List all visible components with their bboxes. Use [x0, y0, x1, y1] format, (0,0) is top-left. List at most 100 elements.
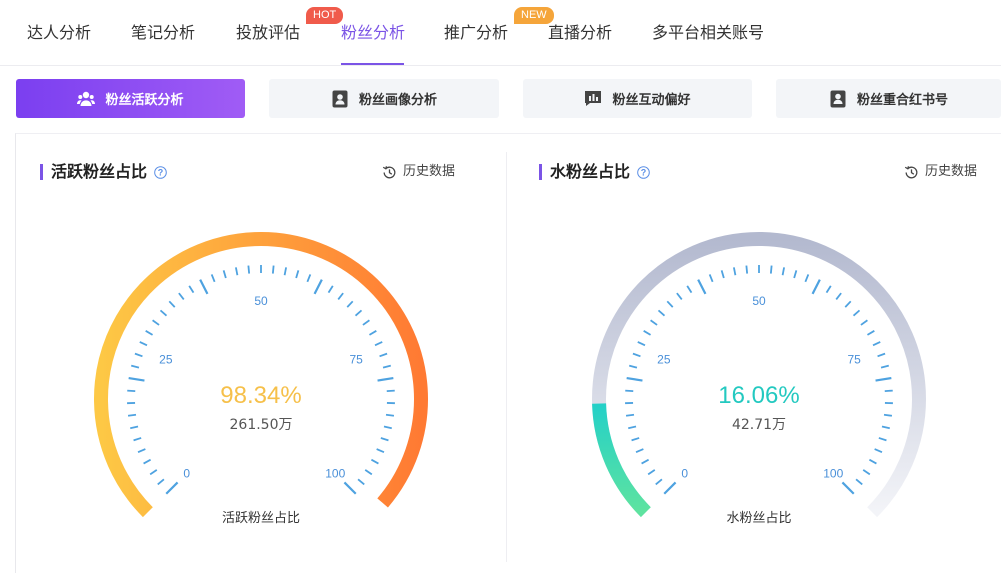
card-title-text: 水粉丝占比 — [550, 162, 631, 181]
gauge-tick — [650, 319, 658, 326]
gauge-tick — [168, 300, 176, 308]
gauge-tick — [145, 330, 154, 336]
gauge-tick — [643, 330, 652, 336]
gauge-tick — [159, 309, 168, 317]
gauge-label: 水粉丝占比 — [726, 511, 792, 526]
gauge-tick — [811, 279, 821, 295]
gauge-value-arc — [93, 232, 428, 518]
gauge-tick — [130, 364, 140, 369]
gauge-tick — [313, 279, 323, 295]
gauge-tick — [165, 481, 179, 495]
gauge-tick — [733, 267, 737, 276]
gauge-tick — [374, 341, 383, 347]
gauge-tick — [199, 279, 209, 295]
gauge-tick-label: 75 — [349, 353, 363, 367]
gauge-tick — [666, 300, 674, 308]
bar-chart-icon — [584, 90, 602, 108]
gauge-tick — [327, 285, 334, 294]
tab-promotion-analysis[interactable]: 推广分析 — [444, 22, 508, 44]
gauge-tick — [841, 481, 855, 495]
gauge-tick — [354, 309, 363, 317]
subtab-label: 粉丝重合红书号 — [856, 93, 948, 108]
gauge-tick — [862, 469, 871, 476]
subtab-label: 粉丝画像分析 — [358, 93, 437, 108]
subtab-fan-overlap[interactable]: 粉丝重合红书号 — [776, 79, 1001, 118]
tab-ad-evaluation[interactable]: 投放评估 — [236, 22, 300, 44]
gauge-tick — [379, 352, 388, 358]
history-data-button[interactable]: 历史数据 — [904, 163, 977, 181]
tab-related-accounts[interactable]: 多平台相关账号 — [652, 22, 764, 44]
gauge-tick — [866, 330, 875, 336]
gauge-tick — [368, 330, 377, 336]
svg-text:?: ? — [158, 167, 164, 177]
gauge-tick-label: 100 — [325, 466, 345, 480]
gauge-tick — [370, 458, 379, 465]
gauge-tick — [210, 274, 216, 283]
gauge-tick — [855, 478, 863, 486]
history-icon — [904, 165, 919, 180]
gauge-tick — [632, 352, 641, 358]
gauge-tick — [382, 364, 392, 369]
tab-influencer-analysis[interactable]: 达人分析 — [27, 22, 91, 44]
gauge-tick — [337, 292, 344, 300]
gauge-tick — [247, 265, 251, 274]
help-icon[interactable]: ? — [637, 165, 650, 179]
gauge-tick — [769, 265, 773, 274]
gauge-tick — [346, 300, 354, 308]
card-title-water-fans: 水粉丝占比 ? — [539, 161, 650, 183]
gauge-tick — [222, 270, 227, 279]
gauge-tick — [635, 448, 644, 454]
gauge-tick — [143, 458, 152, 465]
gauge-tick-label: 50 — [254, 294, 268, 308]
gauge-tick — [697, 279, 707, 295]
gauge-tick — [376, 448, 385, 454]
gauge-tick — [357, 478, 365, 486]
gauge-tick — [874, 448, 883, 454]
history-data-button[interactable]: 历史数据 — [382, 163, 455, 181]
gauge-tick — [178, 292, 185, 300]
gauge-tick — [868, 458, 877, 465]
subtab-fan-interaction[interactable]: 粉丝互动偏好 — [523, 79, 752, 118]
profile-badge-icon — [829, 90, 847, 108]
gauge-tick-label: 75 — [847, 353, 861, 367]
gauge-tick — [877, 352, 886, 358]
new-badge: NEW — [514, 7, 554, 24]
tab-livestream-analysis[interactable]: 直播分析 — [548, 22, 612, 44]
history-label: 历史数据 — [403, 164, 456, 179]
gauge-tick — [708, 274, 714, 283]
gauge-tick — [804, 274, 810, 283]
gauge-tick — [844, 300, 852, 308]
gauge-percent: 16.06% — [718, 382, 800, 409]
subtab-fan-profile[interactable]: 粉丝画像分析 — [269, 79, 499, 118]
card-title-text: 活跃粉丝占比 — [51, 162, 148, 181]
active-tab-indicator — [341, 63, 404, 65]
gauge-tick — [655, 478, 663, 486]
help-icon[interactable]: ? — [154, 165, 167, 179]
gauge-tick — [793, 270, 798, 279]
gauge-tick — [781, 267, 785, 276]
subtab-fan-activity[interactable]: 粉丝活跃分析 — [16, 79, 245, 118]
gauge-tick — [641, 458, 650, 465]
gauge-tick — [283, 267, 287, 276]
top-nav: 达人分析 笔记分析 投放评估 粉丝分析 推广分析 直播分析 多平台相关账号 HO… — [0, 0, 1001, 66]
subtab-label: 粉丝互动偏好 — [612, 93, 691, 108]
gauge-tick — [133, 437, 142, 442]
gauge-tick — [271, 265, 275, 274]
gauge-tick — [380, 437, 389, 442]
gauge-tick — [631, 437, 640, 442]
gauge-tick — [364, 469, 373, 476]
gauge-tick — [362, 319, 370, 326]
history-icon — [382, 165, 397, 180]
gauge-tick — [720, 270, 725, 279]
history-label: 历史数据 — [925, 164, 978, 179]
gauge-tick-label: 25 — [159, 353, 173, 367]
tab-note-analysis[interactable]: 笔记分析 — [131, 22, 195, 44]
gauge-tick-label: 0 — [681, 466, 688, 480]
gauge-tick — [880, 364, 890, 369]
tab-fan-analysis[interactable]: 粉丝分析 — [341, 22, 405, 44]
gauge-tick — [637, 341, 646, 347]
gauge-tick — [860, 319, 868, 326]
gauge-tick — [686, 285, 693, 294]
gauge-tick — [157, 478, 165, 486]
gauge-tick — [852, 309, 861, 317]
